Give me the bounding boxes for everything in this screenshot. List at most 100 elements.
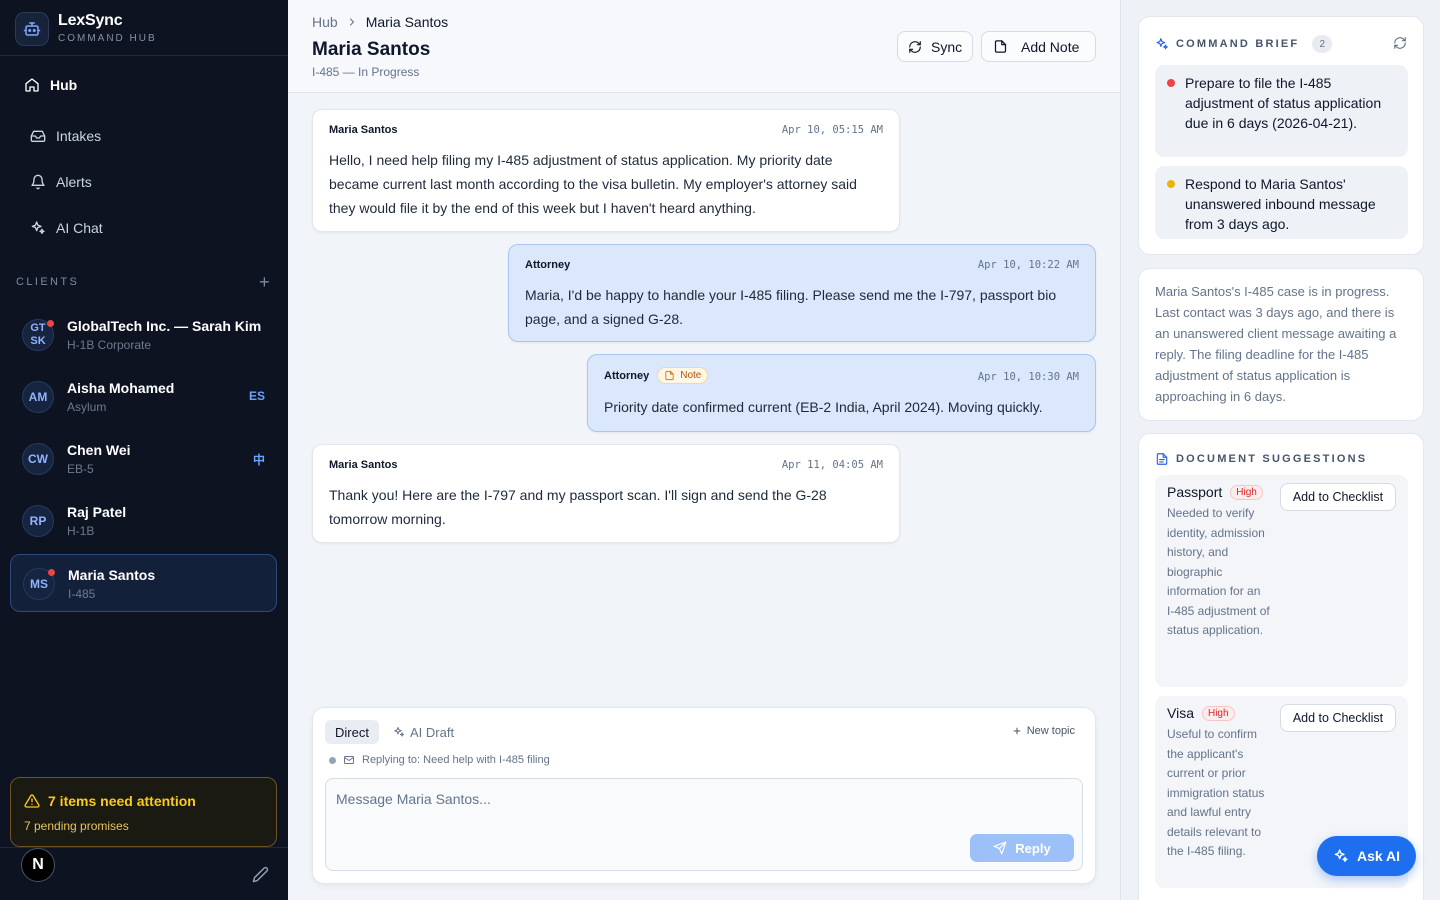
add-note-button[interactable]: Add Note: [981, 31, 1096, 62]
breadcrumb-hub[interactable]: Hub: [312, 14, 338, 30]
brief-item[interactable]: Respond to Maria Santos' unanswered inbo…: [1155, 166, 1408, 239]
inbox-icon: [30, 128, 46, 144]
priority-dot: [1167, 79, 1175, 87]
clients-title: CLIENTS: [16, 276, 80, 288]
nav-hub[interactable]: Hub: [12, 66, 276, 104]
unread-indicator: [47, 320, 54, 327]
document-icon: [1155, 452, 1169, 466]
send-icon: [993, 841, 1007, 855]
message-input[interactable]: Message Maria Santos... Reply: [325, 778, 1083, 871]
page-title: Maria Santos: [312, 39, 431, 60]
nav-label: Alerts: [56, 174, 92, 190]
attention-title: 7 items need attention: [48, 793, 196, 809]
sparkles-icon: [30, 220, 46, 236]
tab-ai-draft[interactable]: AI Draft: [393, 720, 454, 744]
add-note-label: Add Note: [1021, 38, 1080, 55]
priority-dot: [1167, 180, 1175, 188]
client-aisha-mohamed[interactable]: AM Aisha Mohamed Asylum ES: [10, 368, 277, 426]
client-name: GlobalTech Inc. — Sarah Kim: [67, 318, 262, 334]
message-author-row: Attorney Note: [604, 367, 709, 384]
command-brief-header: COMMAND BRIEF 2: [1155, 35, 1333, 53]
client-case-type: EB-5: [67, 462, 94, 476]
brand-title: LexSync: [58, 12, 123, 29]
case-summary-text: Maria Santos's I-485 case is in progress…: [1155, 284, 1397, 404]
refresh-icon: [908, 40, 922, 54]
plus-icon: [1012, 726, 1022, 736]
new-topic-button[interactable]: New topic: [1012, 725, 1075, 737]
document-description: Needed to verify identity, admission his…: [1167, 506, 1270, 637]
client-maria-santos[interactable]: MS Maria Santos I-485: [10, 554, 277, 612]
nav-label: Intakes: [56, 128, 102, 144]
message-text: Thank you! Here are the I-797 and my pas…: [329, 487, 827, 527]
document-suggestions-card: DOCUMENT SUGGESTIONS Passport High Neede…: [1138, 433, 1424, 900]
language-badge: ES: [248, 389, 265, 403]
client-chen-wei[interactable]: CW Chen Wei EB-5 中: [10, 430, 277, 488]
case-status: I-485 — In Progress: [312, 65, 420, 79]
document-suggestions-title: DOCUMENT SUGGESTIONS: [1176, 453, 1368, 465]
message-author: Maria Santos: [329, 459, 398, 471]
avatar: GT SK: [22, 319, 54, 351]
brief-item[interactable]: Prepare to file the I-485 adjustment of …: [1155, 65, 1408, 157]
tab-direct[interactable]: Direct: [325, 720, 379, 744]
brand-subtitle: COMMAND HUB: [58, 33, 157, 44]
note-label: Note: [680, 370, 702, 381]
brief-count-badge: 2: [1312, 35, 1333, 53]
message-time: Apr 10, 10:22 AM: [977, 259, 1079, 271]
message-note: Attorney Note Apr 10, 10:30 AM Priority …: [587, 354, 1096, 432]
add-client-button[interactable]: +: [259, 272, 272, 293]
sync-label: Sync: [931, 38, 963, 55]
reply-label: Reply: [1015, 840, 1051, 856]
avatar-initials-top: GT: [30, 322, 46, 334]
client-case-type: I-485: [68, 587, 96, 601]
nav-label: Hub: [50, 77, 78, 93]
reply-context: Replying to: Need help with I-485 filing: [329, 754, 550, 766]
refresh-icon[interactable]: [1393, 36, 1407, 50]
nav-alerts[interactable]: Alerts: [12, 163, 276, 201]
sync-button[interactable]: Sync: [897, 31, 973, 62]
ask-ai-button[interactable]: Ask AI: [1317, 836, 1416, 876]
case-summary-card: Maria Santos's I-485 case is in progress…: [1138, 268, 1424, 421]
reply-button[interactable]: Reply: [970, 834, 1074, 862]
add-to-checklist-button[interactable]: Add to Checklist: [1280, 704, 1396, 732]
sparkles-icon: [1333, 848, 1349, 864]
unread-indicator: [48, 569, 55, 576]
client-globaltech[interactable]: GT SK GlobalTech Inc. — Sarah Kim H-1B C…: [10, 306, 277, 364]
chevron-right-icon: [346, 16, 358, 28]
message-text: Hello, I need help filing my I-485 adjus…: [329, 152, 857, 216]
reply-context-text: Replying to: Need help with I-485 filing: [362, 754, 550, 766]
nav-ai-chat[interactable]: AI Chat: [12, 209, 276, 247]
note-badge: Note: [657, 367, 709, 384]
message-outbound: Attorney Apr 10, 10:22 AM Maria, I'd be …: [508, 244, 1096, 342]
client-case-type: Asylum: [67, 400, 107, 414]
attention-banner[interactable]: 7 items need attention 7 pending promise…: [10, 777, 277, 847]
sidebar: LexSync COMMAND HUB Hub Intakes Alerts A…: [0, 0, 288, 900]
add-to-checklist-button[interactable]: Add to Checklist: [1280, 483, 1396, 511]
message-composer: Direct AI Draft New topic Replying to: N…: [312, 707, 1096, 884]
ask-ai-label: Ask AI: [1356, 848, 1401, 864]
client-raj-patel[interactable]: RP Raj Patel H-1B: [10, 492, 277, 550]
tab-label: AI Draft: [410, 724, 455, 740]
robot-icon[interactable]: [15, 12, 49, 46]
document-name: Visa: [1167, 705, 1194, 721]
document-title-row: Passport High: [1167, 484, 1263, 500]
note-icon: [664, 370, 675, 381]
pencil-icon[interactable]: [252, 866, 269, 883]
message-author: Maria Santos: [329, 124, 398, 136]
bell-icon: [30, 174, 46, 190]
nav-intakes[interactable]: Intakes: [12, 117, 276, 155]
document-description: Useful to confirm the applicant's curren…: [1167, 727, 1265, 858]
avatar: AM: [22, 381, 54, 413]
document-suggestion: Passport High Needed to verify identity,…: [1155, 475, 1408, 687]
breadcrumb-current: Maria Santos: [365, 14, 449, 30]
message-text: Priority date confirmed current (EB-2 In…: [604, 399, 1043, 415]
user-avatar[interactable]: N: [21, 848, 55, 882]
home-icon: [24, 77, 40, 93]
avatar: CW: [22, 443, 54, 475]
document-title-row: Visa High: [1167, 705, 1235, 721]
nav-label: AI Chat: [56, 220, 103, 236]
new-topic-label: New topic: [1026, 725, 1075, 737]
sidebar-footer: N: [0, 847, 288, 900]
brand-header: LexSync COMMAND HUB: [0, 0, 288, 56]
document-name: Passport: [1167, 484, 1223, 500]
warning-icon: [24, 793, 40, 809]
